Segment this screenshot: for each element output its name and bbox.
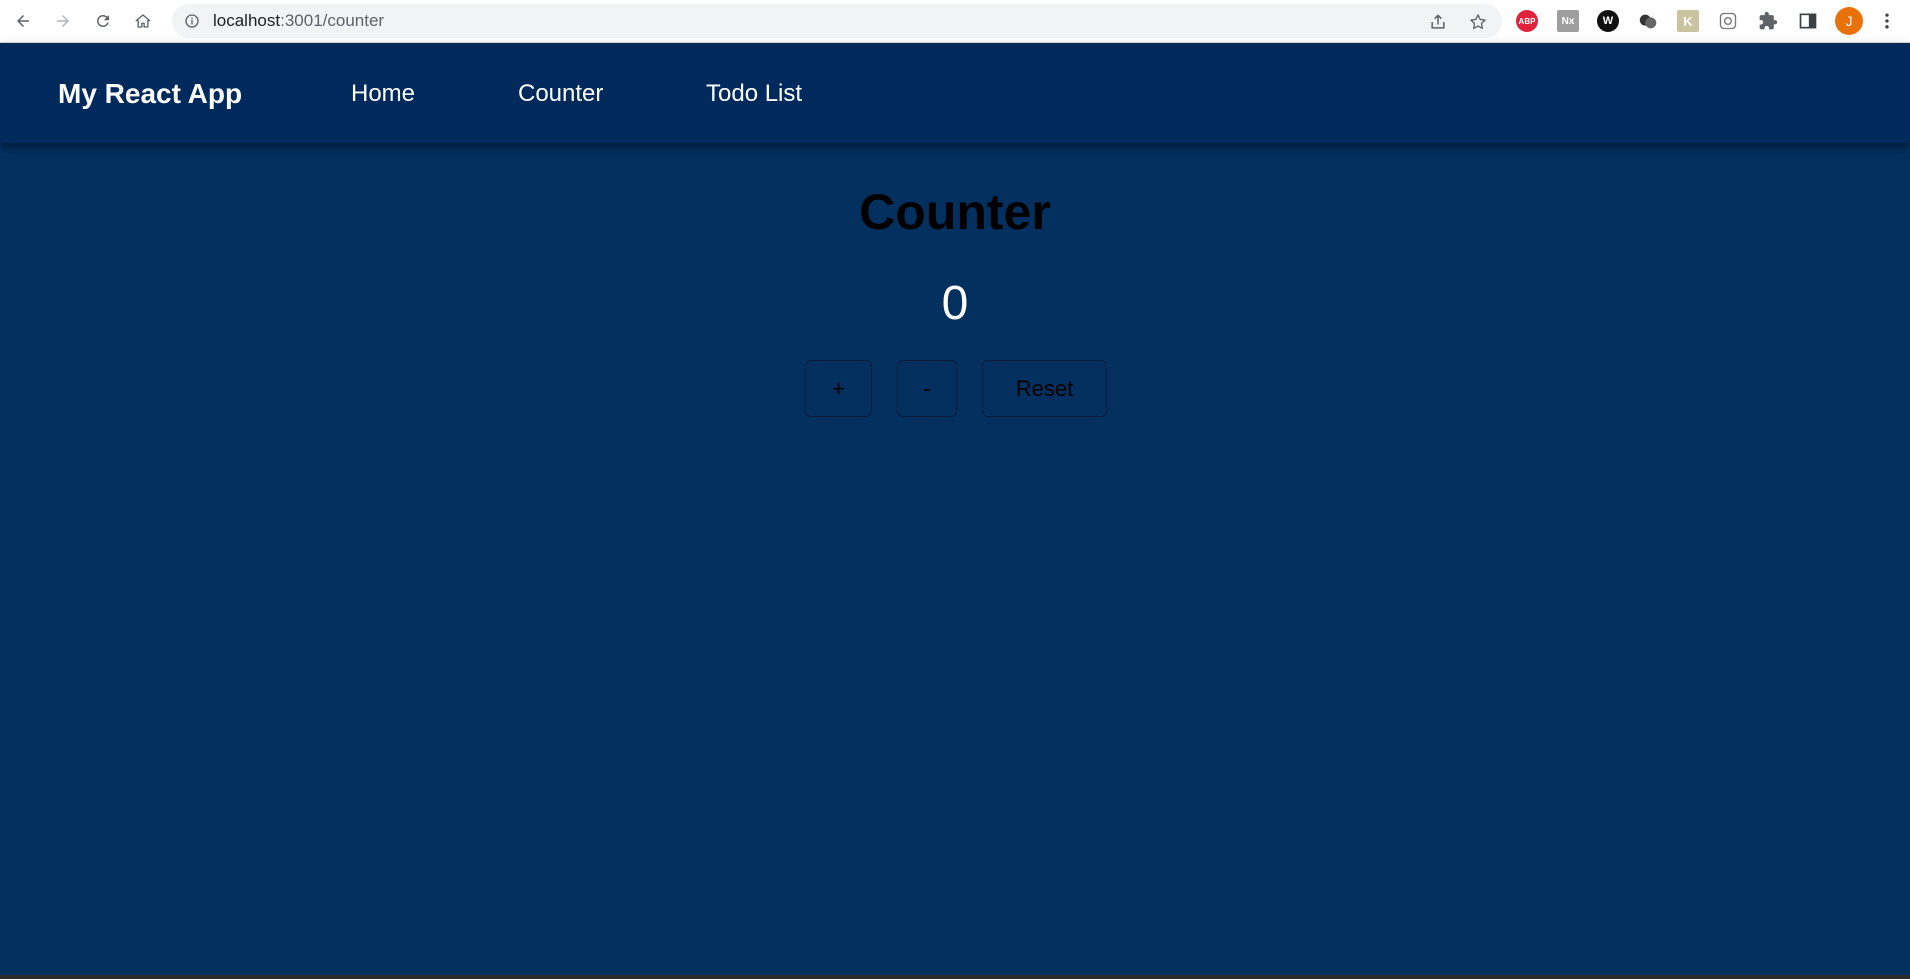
reload-icon [96, 14, 109, 27]
reload-button[interactable] [90, 8, 116, 34]
counter-value: 0 [941, 277, 969, 330]
nx-extension-icon[interactable]: Nx [1557, 10, 1579, 32]
bookmark-star-icon[interactable] [1468, 12, 1488, 32]
w-extension-icon[interactable]: W [1597, 10, 1619, 32]
arrow-left-icon [17, 15, 29, 27]
home-button[interactable] [130, 8, 156, 34]
camera-extension-icon[interactable] [1717, 10, 1739, 32]
nav-link-todo-list[interactable]: Todo List [706, 44, 802, 143]
nav-link-counter[interactable]: Counter [518, 44, 603, 143]
forward-button[interactable] [50, 8, 76, 34]
puzzle-extensions-icon[interactable] [1757, 10, 1779, 32]
arrow-right-icon [57, 15, 69, 27]
taskbar-edge [0, 975, 1910, 979]
more-menu-icon[interactable] [1876, 10, 1898, 32]
share-icon[interactable] [1428, 12, 1448, 32]
address-bar[interactable]: localhost:3001/counter [172, 4, 1502, 38]
app-brand[interactable]: My React App [58, 44, 242, 143]
k-extension-icon[interactable]: K [1677, 10, 1699, 32]
reset-button[interactable]: Reset [982, 360, 1107, 417]
profile-avatar[interactable]: J [1835, 7, 1863, 35]
adblock-extension-icon[interactable]: ABP [1516, 10, 1538, 32]
decrement-button[interactable]: - [897, 360, 957, 417]
info-icon[interactable] [184, 13, 200, 29]
side-panel-icon[interactable] [1797, 10, 1819, 32]
nav-link-home[interactable]: Home [351, 44, 415, 143]
url-text: localhost:3001/counter [213, 11, 385, 30]
app-navbar: My React App Home Counter Todo List [0, 44, 1910, 143]
home-icon [135, 14, 151, 28]
spheres-extension-icon[interactable] [1637, 10, 1659, 32]
increment-button[interactable]: + [805, 360, 872, 417]
browser-toolbar: localhost:3001/counter ABP Nx W K J [0, 0, 1910, 43]
page-title: Counter [859, 184, 1051, 240]
counter-page: Counter 0 + - Reset [0, 143, 1910, 979]
back-button[interactable] [10, 8, 36, 34]
